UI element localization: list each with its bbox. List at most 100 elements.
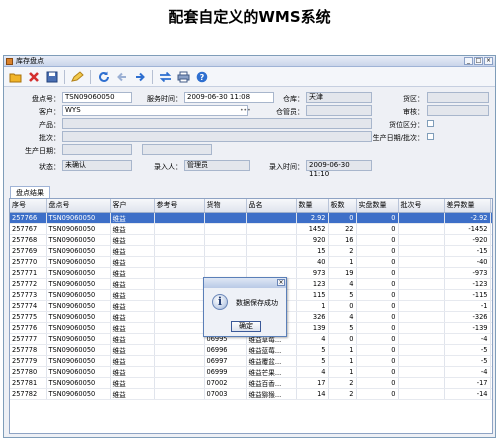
table-cell [204, 256, 247, 268]
table-cell: 257775 [10, 311, 47, 323]
app-icon [6, 58, 13, 65]
table-cell [398, 278, 445, 290]
refresh-icon[interactable] [96, 69, 111, 84]
table-cell: 不良 [490, 212, 492, 224]
table-cell: TSN09060050 [46, 300, 111, 312]
table-cell [398, 322, 445, 334]
prod-date-to-field[interactable] [142, 144, 212, 155]
column-header[interactable]: 客户 [110, 199, 155, 213]
entry-time-field[interactable]: 2009-06-30 11:10 [306, 160, 372, 178]
entered-by-field[interactable]: 管理员 [184, 160, 250, 171]
table-cell: -5 [444, 355, 491, 367]
table-cell: 1 [328, 355, 357, 367]
table-cell: 良品 [490, 234, 492, 246]
zone-split-checkbox[interactable] [427, 120, 434, 127]
table-cell: 115 [296, 289, 329, 301]
table-cell [154, 333, 205, 345]
minimize-button[interactable]: _ [464, 57, 473, 65]
table-cell: 良品 [490, 256, 492, 268]
table-cell: 维益 [110, 212, 155, 224]
table-cell [154, 245, 205, 257]
column-header[interactable]: 序号 [10, 199, 47, 213]
table-cell: 5 [296, 344, 329, 356]
table-cell: -139 [444, 322, 491, 334]
column-header[interactable]: 盘点号 [46, 199, 111, 213]
keeper-field[interactable] [306, 105, 372, 116]
table-cell [246, 256, 297, 268]
count-no-field[interactable]: TSN09060050 [62, 92, 132, 103]
table-cell: 40 [296, 256, 329, 268]
status-field[interactable]: 未确认 [62, 160, 132, 171]
open-icon[interactable] [8, 69, 23, 84]
auditor-field[interactable] [427, 105, 489, 116]
dialog-close-button[interactable]: × [277, 279, 285, 286]
window-title: 库存盘点 [16, 57, 44, 65]
table-cell: 维益蓝莓... [246, 344, 297, 356]
table-row[interactable]: 257769TSN09060050维益 1520 -15良品 [10, 245, 492, 257]
help-icon[interactable]: ? [194, 69, 209, 84]
service-time-field[interactable]: 2009-06-30 11:08 [184, 92, 274, 103]
table-cell: TSN09060050 [46, 278, 111, 290]
warehouse-field[interactable]: 天津 [306, 92, 372, 103]
table-cell: 维益 [110, 289, 155, 301]
table-cell: TSN09060050 [46, 212, 111, 224]
table-row[interactable]: 257770TSN09060050维益 4010 -40良品 [10, 256, 492, 268]
batch-field[interactable] [62, 131, 372, 142]
close-window-button[interactable]: × [484, 57, 493, 65]
table-row[interactable]: 257768TSN09060050维益 920160 -920良品 [10, 234, 492, 246]
product-field[interactable] [62, 118, 372, 129]
table-cell: 22 [328, 223, 357, 235]
forward-icon[interactable] [132, 69, 147, 84]
table-cell: 维益 [110, 377, 155, 389]
dialog-ok-button[interactable]: 确定 [231, 321, 261, 332]
table-cell [398, 289, 445, 301]
zone-field[interactable] [427, 92, 489, 103]
column-header[interactable]: 批次号 [398, 199, 445, 213]
prod-date-batch-checkbox[interactable] [427, 133, 434, 140]
print-icon[interactable] [176, 69, 191, 84]
table-row[interactable]: 257779TSN09060050维益 06997维益覆盆...510 -5良品 [10, 355, 492, 367]
table-row[interactable]: 257782TSN09060050维益 07003维益猕猴...1420 -14良品 [10, 388, 492, 400]
table-cell [154, 300, 205, 312]
table-cell [154, 223, 205, 235]
prod-date-from-field[interactable] [62, 144, 132, 155]
inventory-count-window: 库存盘点 _ □ × ? 盘点号： TSN09060050 服务时间： 2009… [3, 55, 496, 438]
table-cell: 16 [328, 234, 357, 246]
table-row[interactable]: 257780TSN09060050维益 06999维益芒果...410 -4良品 [10, 366, 492, 378]
back-icon[interactable] [114, 69, 129, 84]
column-header[interactable]: 品名 [246, 199, 297, 213]
column-header[interactable]: 数量 [296, 199, 329, 213]
table-cell: 257773 [10, 289, 47, 301]
maximize-button[interactable]: □ [474, 57, 483, 65]
lookup-icon[interactable]: ••• [240, 107, 251, 114]
table-cell: 0 [356, 388, 399, 400]
table-cell: 良品 [490, 333, 492, 345]
column-header[interactable]: 参考号 [154, 199, 205, 213]
table-row[interactable]: 257766TSN09060050维益2.9200-2.92不良 [10, 212, 492, 224]
table-cell: TSN09060050 [46, 267, 111, 279]
customer-field[interactable]: WYS [62, 105, 248, 116]
swap-icon[interactable] [158, 69, 173, 84]
table-cell: 5 [328, 289, 357, 301]
table-cell: 1 [328, 366, 357, 378]
column-header[interactable]: 货物 [204, 199, 247, 213]
column-header[interactable]: 实盘数量 [356, 199, 399, 213]
table-cell: 维益 [110, 366, 155, 378]
table-cell: 良品 [490, 355, 492, 367]
table-cell [398, 333, 445, 345]
table-row[interactable]: 257767TSN09060050维益 1452220 -1452良品 [10, 223, 492, 235]
auditor-label: 审核： [403, 108, 424, 116]
column-header[interactable]: 产品 [490, 199, 492, 213]
save-icon[interactable] [44, 69, 59, 84]
table-cell [398, 366, 445, 378]
column-header[interactable]: 差异数量 [444, 199, 491, 213]
table-cell: 257782 [10, 388, 47, 400]
delete-icon[interactable] [26, 69, 41, 84]
table-cell [398, 300, 445, 312]
table-row[interactable]: 257781TSN09060050维益 07002维益百香...1720 -17良品 [10, 377, 492, 389]
table-cell: 0 [356, 234, 399, 246]
table-row[interactable]: 257778TSN09060050维益 06996维益蓝莓...510 -5良品 [10, 344, 492, 356]
table-cell [398, 377, 445, 389]
edit-icon[interactable] [70, 69, 85, 84]
column-header[interactable]: 板数 [328, 199, 357, 213]
